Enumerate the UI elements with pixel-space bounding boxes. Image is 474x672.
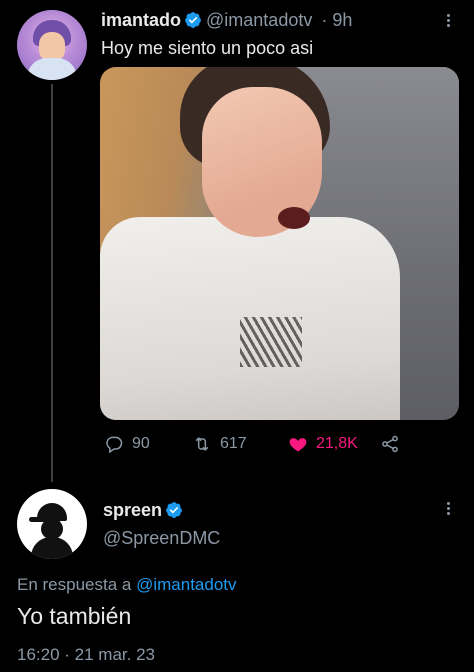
like-button[interactable]: 21,8K (288, 434, 358, 454)
reply-button[interactable]: 90 (104, 434, 150, 454)
avatar-head (41, 519, 63, 539)
avatar-body (27, 58, 77, 80)
photo-mouth (278, 207, 310, 229)
reply-icon (106, 436, 123, 454)
handle[interactable]: @SpreenDMC (103, 528, 220, 549)
avatar[interactable] (17, 489, 87, 559)
retweet-button[interactable]: 617 (192, 434, 247, 454)
verified-badge-icon (166, 502, 182, 518)
handle[interactable]: @imantadotv (206, 10, 312, 30)
tweet-actions: 90 617 21,8K (100, 434, 460, 462)
tweet-text: Hoy me siento un poco asi (101, 38, 314, 58)
main-tweet: spreen @SpreenDMC En respuesta a @imanta… (0, 482, 474, 672)
reply-mention-link[interactable]: @imantadotv (136, 575, 236, 594)
share-icon (382, 435, 398, 453)
verified-badge-icon (185, 12, 201, 28)
display-name-row: spreen (103, 500, 183, 521)
share-button[interactable] (380, 434, 400, 454)
thread-line (51, 84, 53, 482)
more-options-icon[interactable] (440, 500, 456, 522)
reply-prefix: En respuesta a (17, 575, 132, 594)
retweet-icon (195, 437, 209, 451)
replied-tweet: imantado @imantadotv · 9h Hoy me siento u… (0, 0, 474, 482)
tweet-header: imantado @imantadotv · 9h (101, 10, 353, 30)
display-name[interactable]: spreen (103, 500, 162, 520)
tweet-media-photo[interactable] (100, 67, 459, 420)
reply-context: En respuesta a @imantadotv (17, 575, 237, 595)
tweet-text: Yo también (17, 603, 132, 629)
heart-icon (289, 438, 307, 452)
avatar[interactable] (17, 10, 87, 80)
tweet-timestamp[interactable]: 16:20 · 21 mar. 23 (17, 645, 155, 665)
reply-count: 90 (132, 435, 150, 452)
retweet-count: 617 (220, 435, 247, 452)
tweet-time[interactable]: 9h (332, 10, 352, 30)
display-name[interactable]: imantado (101, 10, 181, 30)
avatar-torso (31, 537, 73, 559)
more-options-icon[interactable] (440, 12, 456, 34)
like-count: 21,8K (316, 435, 358, 452)
photo-shirt-print (240, 317, 302, 367)
